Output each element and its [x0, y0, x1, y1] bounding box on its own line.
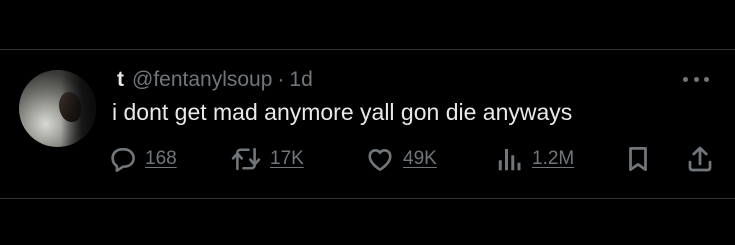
- avatar[interactable]: [19, 70, 96, 147]
- like-count: 49K: [403, 148, 437, 169]
- tweet-timestamp[interactable]: 1d: [289, 68, 312, 92]
- avatar-shade: [61, 70, 96, 147]
- display-name[interactable]: t: [117, 68, 124, 92]
- share-button[interactable]: [686, 143, 714, 175]
- share-icon: [686, 144, 714, 174]
- bookmark-button[interactable]: [625, 143, 651, 175]
- user-handle[interactable]: @fentanylsoup: [132, 68, 272, 92]
- more-icon: [683, 76, 688, 82]
- repost-count: 17K: [270, 148, 304, 169]
- reply-icon: [107, 144, 137, 174]
- more-icon-dot: [693, 76, 699, 82]
- tweet-header: t @fentanylsoup · 1d: [117, 67, 313, 93]
- repost-icon: [230, 144, 262, 174]
- views-button[interactable]: 1.2M: [496, 143, 574, 175]
- views-count: 1.2M: [532, 148, 575, 169]
- repost-button[interactable]: 17K: [230, 143, 304, 175]
- more-options-button[interactable]: [683, 74, 709, 84]
- bottom-divider: [0, 198, 735, 199]
- views-icon: [496, 144, 524, 174]
- header-separator: ·: [277, 68, 285, 91]
- more-icon-dot: [704, 76, 709, 82]
- like-button[interactable]: 49K: [365, 143, 437, 175]
- reply-count: 168: [145, 148, 177, 169]
- tweet-text: i dont get mad anymore yall gon die anyw…: [112, 99, 573, 125]
- action-bar: 168 17K 49K 1.2M: [0, 143, 735, 175]
- reply-button[interactable]: 168: [107, 143, 177, 175]
- like-icon: [365, 144, 395, 174]
- tweet-card[interactable]: t @fentanylsoup · 1d i dont get mad anym…: [0, 50, 735, 198]
- bookmark-icon: [625, 144, 651, 174]
